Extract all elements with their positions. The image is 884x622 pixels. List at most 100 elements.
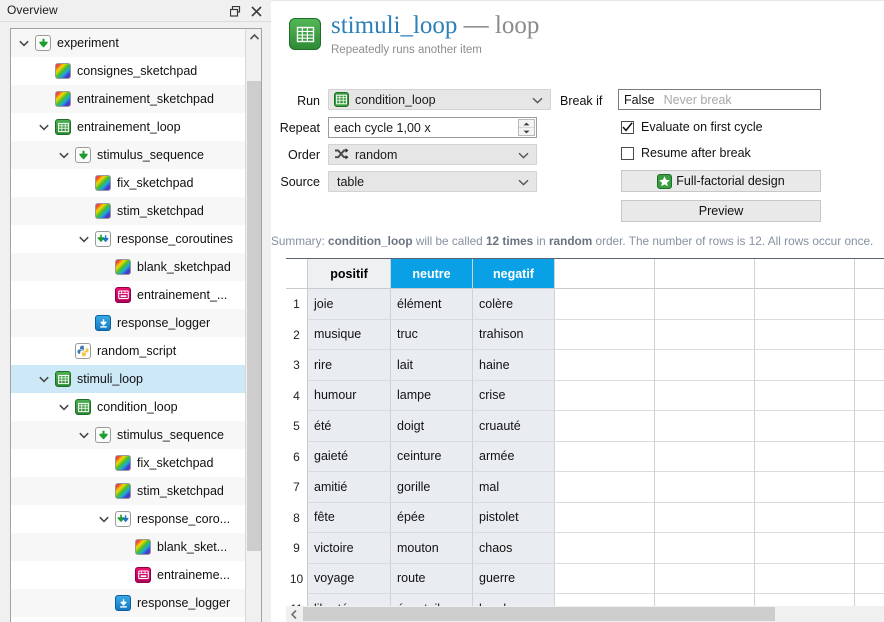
table-cell[interactable]: élément — [391, 289, 473, 320]
tree-item-random-script[interactable]: random_script — [11, 337, 246, 365]
table-cell[interactable]: humour — [308, 380, 391, 411]
table-cell[interactable] — [755, 533, 855, 564]
table-cell[interactable]: gaieté — [308, 441, 391, 472]
table-scroll-thumb[interactable] — [303, 607, 775, 621]
tree-item-response-logger[interactable]: response_logger — [11, 589, 246, 617]
full-factorial-design-button[interactable]: Full-factorial design — [621, 170, 821, 192]
tree-item-stimuli-loop[interactable]: stimuli_loop — [11, 365, 246, 393]
table-cell[interactable] — [555, 502, 655, 533]
tree-item-entrainement-[interactable]: entrainement_... — [11, 281, 246, 309]
table-cell[interactable] — [555, 319, 655, 350]
tree-item-stimulus-sequence[interactable]: stimulus_sequence — [11, 141, 246, 169]
table-column-header[interactable]: negatif — [473, 259, 555, 289]
table-cell[interactable]: cruauté — [473, 411, 555, 442]
chevron-down-icon[interactable] — [37, 372, 51, 386]
table-cell[interactable]: rire — [308, 350, 391, 381]
source-combobox[interactable]: table — [328, 171, 537, 192]
chevron-down-icon[interactable] — [77, 232, 91, 246]
stepper-down-icon[interactable] — [519, 127, 534, 135]
tree-item-entrainement-loop[interactable]: entrainement_loop — [11, 113, 246, 141]
table-cell[interactable]: crise — [473, 380, 555, 411]
tree-item-response-logger[interactable]: response_logger — [11, 309, 246, 337]
table-cell[interactable]: voyage — [308, 563, 391, 594]
scroll-up-arrow-icon[interactable] — [246, 29, 261, 45]
table-cell[interactable] — [755, 502, 855, 533]
table-cell[interactable] — [755, 472, 855, 503]
table-cell[interactable]: ceinture — [391, 441, 473, 472]
tree-item-stim-sketchpad[interactable]: stim_sketchpad — [11, 477, 246, 505]
table-cell[interactable] — [655, 319, 755, 350]
table-cell[interactable] — [655, 502, 755, 533]
table-cell[interactable]: colère — [473, 289, 555, 320]
table-cell[interactable] — [655, 411, 755, 442]
table-column-header[interactable] — [655, 259, 755, 289]
table-cell[interactable]: doigt — [391, 411, 473, 442]
scroll-left-arrow-icon[interactable] — [286, 606, 302, 622]
table-cell[interactable]: chaos — [473, 533, 555, 564]
table-cell[interactable]: victoire — [308, 533, 391, 564]
loop-table[interactable]: positif neutre negatif 1 joie élément colère 2 m… — [286, 258, 884, 622]
preview-button[interactable]: Preview — [621, 200, 821, 222]
repeat-stepper[interactable] — [518, 119, 535, 136]
tree-item-stim-sketchpad[interactable]: stim_sketchpad — [11, 197, 246, 225]
table-cell[interactable] — [755, 411, 855, 442]
table-cell[interactable]: musique — [308, 319, 391, 350]
table-cell[interactable]: haine — [473, 350, 555, 381]
close-icon[interactable] — [247, 2, 266, 20]
table-cell[interactable]: truc — [391, 319, 473, 350]
table-cell[interactable] — [755, 441, 855, 472]
breakif-input[interactable]: False Never break — [618, 89, 821, 110]
tree-item-fix-sketchpad[interactable]: fix_sketchpad — [11, 169, 246, 197]
table-cell[interactable] — [855, 502, 884, 533]
table-cell[interactable] — [855, 533, 884, 564]
table-horizontal-scrollbar[interactable] — [286, 606, 884, 622]
chevron-down-icon[interactable] — [57, 148, 71, 162]
tree-item-response-coro-[interactable]: response_coro... — [11, 505, 246, 533]
tree-item-consignes-sketchpad[interactable]: consignes_sketchpad — [11, 57, 246, 85]
evaluate-on-first-cycle-checkbox[interactable]: Evaluate on first cycle — [621, 120, 763, 134]
tree-item-fix-sketchpad[interactable]: fix_sketchpad — [11, 449, 246, 477]
tree-item-blank-sket-[interactable]: blank_sket... — [11, 533, 246, 561]
table-cell[interactable] — [555, 533, 655, 564]
overview-tree[interactable]: experiment consignes_sketchpad entrainemen… — [10, 28, 262, 622]
tree-item-entrainement-sketchpad[interactable]: entrainement_sketchpad — [11, 85, 246, 113]
tree-item-stimulus-sequence[interactable]: stimulus_sequence — [11, 421, 246, 449]
table-cell[interactable]: guerre — [473, 563, 555, 594]
stepper-up-icon[interactable] — [519, 120, 534, 127]
table-cell[interactable] — [655, 380, 755, 411]
table-cell[interactable] — [855, 289, 884, 320]
table-cell[interactable] — [555, 411, 655, 442]
table-cell[interactable] — [855, 563, 884, 594]
table-column-header[interactable]: positif — [308, 259, 391, 289]
table-cell[interactable]: mouton — [391, 533, 473, 564]
chevron-down-icon[interactable] — [57, 400, 71, 414]
chevron-down-icon[interactable] — [97, 512, 111, 526]
tree-item-entraineme-[interactable]: entraineme... — [11, 561, 246, 589]
tree-item-experiment[interactable]: experiment — [11, 29, 246, 57]
table-cell[interactable]: fête — [308, 502, 391, 533]
overview-vertical-scrollbar[interactable] — [245, 29, 261, 622]
table-cell[interactable]: trahison — [473, 319, 555, 350]
table-cell[interactable] — [855, 472, 884, 503]
table-cell[interactable]: épée — [391, 502, 473, 533]
table-cell[interactable]: armée — [473, 441, 555, 472]
tree-item-condition-loop[interactable]: condition_loop — [11, 393, 246, 421]
table-cell[interactable]: mal — [473, 472, 555, 503]
table-cell[interactable] — [855, 319, 884, 350]
table-cell[interactable] — [855, 411, 884, 442]
table-cell[interactable] — [655, 533, 755, 564]
table-cell[interactable] — [755, 350, 855, 381]
tree-item-blank-sketchpad[interactable]: blank_sketchpad — [11, 253, 246, 281]
repeat-spinbox[interactable]: each cycle 1,00 x — [328, 117, 537, 138]
table-cell[interactable] — [655, 350, 755, 381]
table-cell[interactable] — [755, 380, 855, 411]
table-cell[interactable]: gorille — [391, 472, 473, 503]
table-cell[interactable] — [655, 563, 755, 594]
table-cell[interactable]: amitié — [308, 472, 391, 503]
run-combobox[interactable]: condition_loop — [328, 89, 551, 110]
table-cell[interactable] — [555, 380, 655, 411]
table-cell[interactable] — [555, 289, 655, 320]
table-cell[interactable]: lampe — [391, 380, 473, 411]
table-cell[interactable] — [655, 289, 755, 320]
chevron-down-icon[interactable] — [77, 428, 91, 442]
